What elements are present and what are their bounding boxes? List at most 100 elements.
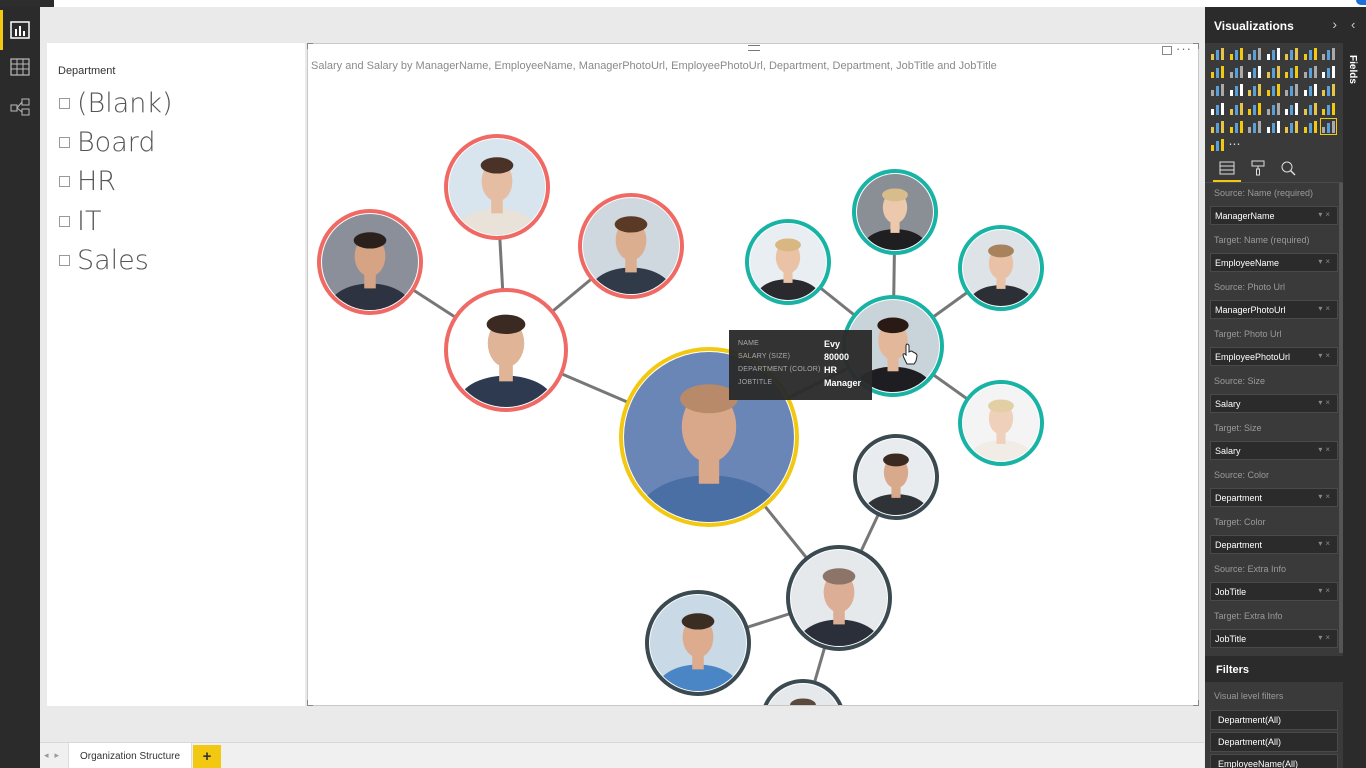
field-well-controls-icon[interactable]: ▾× [1318, 633, 1333, 642]
filters-header: Filters [1205, 656, 1343, 682]
visual-type-icon[interactable]: ⋯ [1229, 137, 1244, 152]
field-well[interactable]: EmployeeName ▾× [1210, 253, 1338, 272]
visual-type-icon[interactable] [1229, 46, 1244, 61]
visual-type-icon[interactable] [1284, 119, 1299, 134]
well-label: Target: Color [1214, 517, 1266, 527]
visual-type-icon[interactable] [1321, 46, 1336, 61]
well-label: Source: Extra Info [1214, 564, 1287, 574]
chevron-left-icon[interactable]: ‹ [1351, 17, 1355, 32]
visual-type-icon[interactable] [1247, 46, 1262, 61]
field-well-value: EmployeePhotoUrl [1215, 352, 1291, 362]
person-node[interactable] [853, 434, 939, 532]
person-node[interactable] [958, 225, 1044, 323]
visual-type-icon[interactable] [1284, 46, 1299, 61]
tooltip-row: DEPARTMENT (COLOR) HR [738, 363, 863, 376]
visual-type-icon[interactable] [1303, 101, 1318, 116]
filter-item[interactable]: EmployeeName(All) [1210, 754, 1338, 768]
active-tab-indicator [1213, 180, 1241, 182]
field-well-controls-icon[interactable]: ▾× [1318, 351, 1333, 360]
add-page-button[interactable]: + [193, 745, 221, 768]
visual-type-icon[interactable] [1229, 101, 1244, 116]
field-well-value: EmployeeName [1215, 258, 1280, 268]
visual-type-icon[interactable] [1266, 64, 1281, 79]
visual-type-icon[interactable] [1266, 46, 1281, 61]
visual-type-icon[interactable] [1303, 64, 1318, 79]
visual-type-icon[interactable] [1266, 82, 1281, 97]
field-well-controls-icon[interactable]: ▾× [1318, 210, 1333, 219]
visual-type-icon[interactable] [1303, 46, 1318, 61]
person-node[interactable] [645, 590, 751, 713]
field-well-controls-icon[interactable]: ▾× [1318, 539, 1333, 548]
person-node[interactable] [786, 545, 892, 668]
field-well-controls-icon[interactable]: ▾× [1318, 304, 1333, 313]
field-well-controls-icon[interactable]: ▾× [1318, 445, 1333, 454]
visual-type-icon[interactable] [1229, 82, 1244, 97]
field-well-value: Salary [1215, 446, 1241, 456]
visual-type-icon[interactable] [1210, 64, 1225, 79]
visual-type-icon[interactable] [1210, 119, 1225, 134]
visual-type-icon[interactable] [1266, 119, 1281, 134]
visual-type-icon[interactable] [1284, 101, 1299, 116]
person-node[interactable] [444, 134, 550, 257]
visual-type-icon[interactable] [1247, 119, 1262, 134]
tooltip-value: Evy [824, 338, 841, 349]
page-tabs: ◂▸ Organization Structure + [40, 742, 1204, 768]
visualizations-pane: Visualizations › ⋯ Source: Name (require… [1205, 7, 1343, 768]
visual-type-icon[interactable] [1321, 82, 1336, 97]
visual-type-icon[interactable] [1247, 101, 1262, 116]
field-well[interactable]: EmployeePhotoUrl ▾× [1210, 347, 1338, 366]
tooltip-row: JOBTITLE Manager [738, 376, 863, 389]
visual-type-icon[interactable] [1229, 64, 1244, 79]
chevron-right-icon[interactable]: › [1332, 16, 1337, 32]
field-well[interactable]: Salary ▾× [1210, 394, 1338, 413]
visual-type-icon[interactable] [1284, 82, 1299, 97]
field-well[interactable]: JobTitle ▾× [1210, 629, 1338, 648]
filters-title: Filters [1216, 664, 1250, 676]
field-well-value: JobTitle [1215, 587, 1247, 597]
field-well[interactable]: Department ▾× [1210, 535, 1338, 554]
fields-pane[interactable]: ‹ Fields [1343, 7, 1366, 768]
visual-type-icon[interactable] [1303, 82, 1318, 97]
analytics-magnifier-icon[interactable] [1280, 160, 1296, 176]
field-well[interactable]: JobTitle ▾× [1210, 582, 1338, 601]
visual-type-icon[interactable] [1284, 64, 1299, 79]
visual-type-icon[interactable] [1247, 82, 1262, 97]
visual-type-icon[interactable] [1210, 137, 1225, 152]
person-node[interactable] [317, 209, 423, 332]
visual-type-icon[interactable] [1320, 117, 1337, 135]
filter-item[interactable]: Department(All) [1210, 732, 1338, 752]
tab-scroll-arrows-icon[interactable]: ◂▸ [44, 750, 65, 761]
visual-type-icon[interactable] [1247, 64, 1262, 79]
person-node[interactable] [444, 288, 568, 433]
fields-tab-icon[interactable] [1219, 161, 1235, 175]
visual-type-icon[interactable] [1210, 101, 1225, 116]
filter-item[interactable]: Department(All) [1210, 710, 1338, 730]
field-well-value: Department [1215, 540, 1263, 550]
tab-organization-structure[interactable]: Organization Structure [68, 743, 192, 768]
tooltip-key: SALARY (SIZE) [738, 353, 791, 360]
field-well-controls-icon[interactable]: ▾× [1318, 492, 1333, 501]
visual-type-icon[interactable] [1210, 82, 1225, 97]
field-well-controls-icon[interactable]: ▾× [1318, 398, 1333, 407]
person-node[interactable] [578, 193, 684, 316]
visual-type-icon[interactable] [1321, 64, 1336, 79]
tooltip-row: NAME Evy [738, 337, 863, 350]
visual-type-icon[interactable] [1303, 119, 1318, 134]
field-well[interactable]: ManagerName ▾× [1210, 206, 1338, 225]
person-node[interactable] [745, 219, 831, 317]
visual-level-filters-label: Visual level filters [1214, 691, 1284, 701]
visual-type-icon[interactable] [1210, 46, 1225, 61]
field-well[interactable]: Salary ▾× [1210, 441, 1338, 460]
visual-type-icon[interactable] [1321, 101, 1336, 116]
field-well[interactable]: Department ▾× [1210, 488, 1338, 507]
person-node[interactable] [958, 380, 1044, 478]
visual-type-icon[interactable] [1266, 101, 1281, 116]
person-node[interactable] [852, 169, 938, 267]
tooltip-key: NAME [738, 340, 760, 347]
field-well[interactable]: ManagerPhotoUrl ▾× [1210, 300, 1338, 319]
format-paint-roller-icon[interactable] [1250, 160, 1266, 176]
visual-type-icon[interactable] [1229, 119, 1244, 134]
field-well-controls-icon[interactable]: ▾× [1318, 586, 1333, 595]
well-label: Source: Photo Url [1214, 282, 1286, 292]
field-well-controls-icon[interactable]: ▾× [1318, 257, 1333, 266]
